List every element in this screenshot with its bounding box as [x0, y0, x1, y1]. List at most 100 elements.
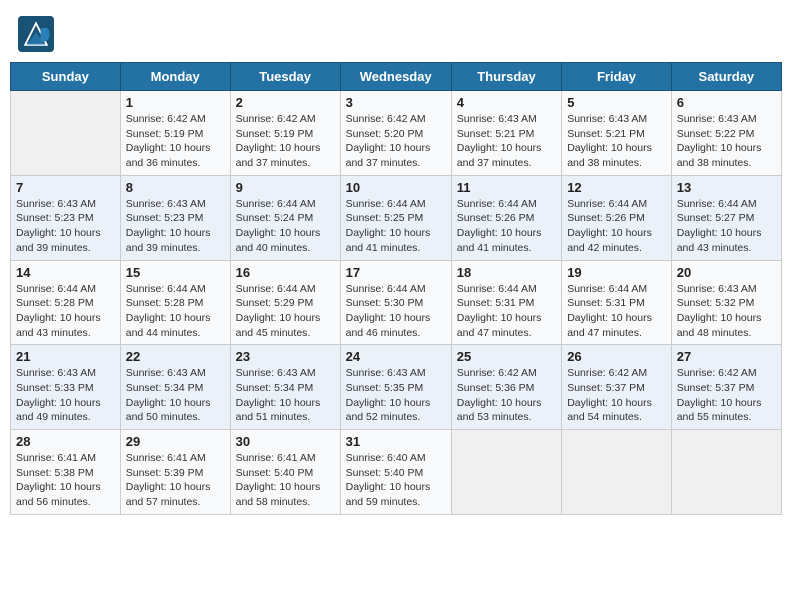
day-header-thursday: Thursday [451, 63, 561, 91]
day-info: Sunrise: 6:44 AM Sunset: 5:28 PM Dayligh… [16, 282, 115, 341]
day-info: Sunrise: 6:43 AM Sunset: 5:21 PM Dayligh… [457, 112, 556, 171]
day-header-friday: Friday [562, 63, 672, 91]
day-info: Sunrise: 6:44 AM Sunset: 5:26 PM Dayligh… [457, 197, 556, 256]
calendar-cell: 26 Sunrise: 6:42 AM Sunset: 5:37 PM Dayli… [562, 345, 672, 430]
day-number: 22 [126, 349, 225, 364]
day-info: Sunrise: 6:42 AM Sunset: 5:36 PM Dayligh… [457, 366, 556, 425]
day-info: Sunrise: 6:44 AM Sunset: 5:31 PM Dayligh… [457, 282, 556, 341]
day-number: 11 [457, 180, 556, 195]
calendar-cell: 19 Sunrise: 6:44 AM Sunset: 5:31 PM Dayli… [562, 260, 672, 345]
day-info: Sunrise: 6:40 AM Sunset: 5:40 PM Dayligh… [346, 451, 446, 510]
day-number: 4 [457, 95, 556, 110]
day-info: Sunrise: 6:44 AM Sunset: 5:28 PM Dayligh… [126, 282, 225, 341]
calendar-cell: 4 Sunrise: 6:43 AM Sunset: 5:21 PM Daylig… [451, 91, 561, 176]
calendar-cell: 7Sunrise: 6:43 AM Sunset: 5:23 PM Daylig… [11, 175, 121, 260]
day-number: 8 [126, 180, 225, 195]
calendar-cell: 5Sunrise: 6:43 AM Sunset: 5:21 PM Daylig… [562, 91, 672, 176]
day-header-tuesday: Tuesday [230, 63, 340, 91]
calendar-cell: 21Sunrise: 6:43 AM Sunset: 5:33 PM Dayli… [11, 345, 121, 430]
day-number: 9 [236, 180, 335, 195]
day-number: 21 [16, 349, 115, 364]
day-info: Sunrise: 6:44 AM Sunset: 5:25 PM Dayligh… [346, 197, 446, 256]
calendar-cell: 28 Sunrise: 6:41 AM Sunset: 5:38 PM Dayli… [11, 430, 121, 515]
calendar-cell: 29 Sunrise: 6:41 AM Sunset: 5:39 PM Dayli… [120, 430, 230, 515]
day-number: 19 [567, 265, 666, 280]
calendar-cell [671, 430, 781, 515]
day-number: 17 [346, 265, 446, 280]
day-number: 12 [567, 180, 666, 195]
day-number: 26 [567, 349, 666, 364]
calendar-cell: 14Sunrise: 6:44 AM Sunset: 5:28 PM Dayli… [11, 260, 121, 345]
day-number: 7 [16, 180, 115, 195]
calendar-cell: 27 Sunrise: 6:42 AM Sunset: 5:37 PM Dayli… [671, 345, 781, 430]
day-header-wednesday: Wednesday [340, 63, 451, 91]
calendar-week-row: 14Sunrise: 6:44 AM Sunset: 5:28 PM Dayli… [11, 260, 782, 345]
day-number: 25 [457, 349, 556, 364]
calendar-cell: 23 Sunrise: 6:43 AM Sunset: 5:34 PM Dayli… [230, 345, 340, 430]
calendar-week-row: 21Sunrise: 6:43 AM Sunset: 5:33 PM Dayli… [11, 345, 782, 430]
day-number: 15 [126, 265, 225, 280]
logo-icon [18, 16, 54, 52]
day-header-sunday: Sunday [11, 63, 121, 91]
day-header-saturday: Saturday [671, 63, 781, 91]
day-info: Sunrise: 6:44 AM Sunset: 5:30 PM Dayligh… [346, 282, 446, 341]
calendar-cell: 6Sunrise: 6:43 AM Sunset: 5:22 PM Daylig… [671, 91, 781, 176]
calendar-cell: 22 Sunrise: 6:43 AM Sunset: 5:34 PM Dayli… [120, 345, 230, 430]
day-number: 24 [346, 349, 446, 364]
calendar-cell [11, 91, 121, 176]
day-info: Sunrise: 6:42 AM Sunset: 5:20 PM Dayligh… [346, 112, 446, 171]
day-info: Sunrise: 6:43 AM Sunset: 5:32 PM Dayligh… [677, 282, 776, 341]
calendar-cell: 24 Sunrise: 6:43 AM Sunset: 5:35 PM Dayli… [340, 345, 451, 430]
day-number: 18 [457, 265, 556, 280]
calendar-cell: 8 Sunrise: 6:43 AM Sunset: 5:23 PM Daylig… [120, 175, 230, 260]
day-info: Sunrise: 6:44 AM Sunset: 5:24 PM Dayligh… [236, 197, 335, 256]
calendar-cell: 20Sunrise: 6:43 AM Sunset: 5:32 PM Dayli… [671, 260, 781, 345]
day-info: Sunrise: 6:41 AM Sunset: 5:38 PM Dayligh… [16, 451, 115, 510]
day-info: Sunrise: 6:44 AM Sunset: 5:26 PM Dayligh… [567, 197, 666, 256]
calendar-cell: 9 Sunrise: 6:44 AM Sunset: 5:24 PM Daylig… [230, 175, 340, 260]
day-number: 2 [236, 95, 335, 110]
day-number: 27 [677, 349, 776, 364]
day-number: 10 [346, 180, 446, 195]
calendar-cell: 18 Sunrise: 6:44 AM Sunset: 5:31 PM Dayli… [451, 260, 561, 345]
day-info: Sunrise: 6:43 AM Sunset: 5:34 PM Dayligh… [126, 366, 225, 425]
day-info: Sunrise: 6:44 AM Sunset: 5:31 PM Dayligh… [567, 282, 666, 341]
calendar-cell: 30 Sunrise: 6:41 AM Sunset: 5:40 PM Dayli… [230, 430, 340, 515]
day-info: Sunrise: 6:41 AM Sunset: 5:39 PM Dayligh… [126, 451, 225, 510]
page-header [10, 10, 782, 58]
day-number: 30 [236, 434, 335, 449]
calendar-cell: 2 Sunrise: 6:42 AM Sunset: 5:19 PM Daylig… [230, 91, 340, 176]
day-number: 31 [346, 434, 446, 449]
day-info: Sunrise: 6:44 AM Sunset: 5:27 PM Dayligh… [677, 197, 776, 256]
calendar-cell: 13 Sunrise: 6:44 AM Sunset: 5:27 PM Dayli… [671, 175, 781, 260]
calendar-week-row: 1 Sunrise: 6:42 AM Sunset: 5:19 PM Daylig… [11, 91, 782, 176]
day-info: Sunrise: 6:43 AM Sunset: 5:23 PM Dayligh… [126, 197, 225, 256]
day-number: 5 [567, 95, 666, 110]
calendar-cell: 3 Sunrise: 6:42 AM Sunset: 5:20 PM Daylig… [340, 91, 451, 176]
calendar-cell: 11 Sunrise: 6:44 AM Sunset: 5:26 PM Dayli… [451, 175, 561, 260]
day-info: Sunrise: 6:42 AM Sunset: 5:19 PM Dayligh… [236, 112, 335, 171]
day-number: 28 [16, 434, 115, 449]
calendar-cell: 16Sunrise: 6:44 AM Sunset: 5:29 PM Dayli… [230, 260, 340, 345]
calendar-header-row: SundayMondayTuesdayWednesdayThursdayFrid… [11, 63, 782, 91]
day-info: Sunrise: 6:42 AM Sunset: 5:37 PM Dayligh… [567, 366, 666, 425]
calendar-cell: 10 Sunrise: 6:44 AM Sunset: 5:25 PM Dayli… [340, 175, 451, 260]
day-header-monday: Monday [120, 63, 230, 91]
calendar-cell [562, 430, 672, 515]
day-info: Sunrise: 6:42 AM Sunset: 5:19 PM Dayligh… [126, 112, 225, 171]
day-info: Sunrise: 6:43 AM Sunset: 5:34 PM Dayligh… [236, 366, 335, 425]
calendar-table: SundayMondayTuesdayWednesdayThursdayFrid… [10, 62, 782, 515]
day-number: 23 [236, 349, 335, 364]
day-number: 3 [346, 95, 446, 110]
day-number: 13 [677, 180, 776, 195]
day-info: Sunrise: 6:43 AM Sunset: 5:35 PM Dayligh… [346, 366, 446, 425]
day-number: 1 [126, 95, 225, 110]
day-info: Sunrise: 6:42 AM Sunset: 5:37 PM Dayligh… [677, 366, 776, 425]
day-number: 29 [126, 434, 225, 449]
calendar-cell: 17 Sunrise: 6:44 AM Sunset: 5:30 PM Dayli… [340, 260, 451, 345]
day-info: Sunrise: 6:41 AM Sunset: 5:40 PM Dayligh… [236, 451, 335, 510]
day-number: 6 [677, 95, 776, 110]
logo [18, 16, 58, 52]
calendar-cell: 25 Sunrise: 6:42 AM Sunset: 5:36 PM Dayli… [451, 345, 561, 430]
calendar-week-row: 28 Sunrise: 6:41 AM Sunset: 5:38 PM Dayli… [11, 430, 782, 515]
